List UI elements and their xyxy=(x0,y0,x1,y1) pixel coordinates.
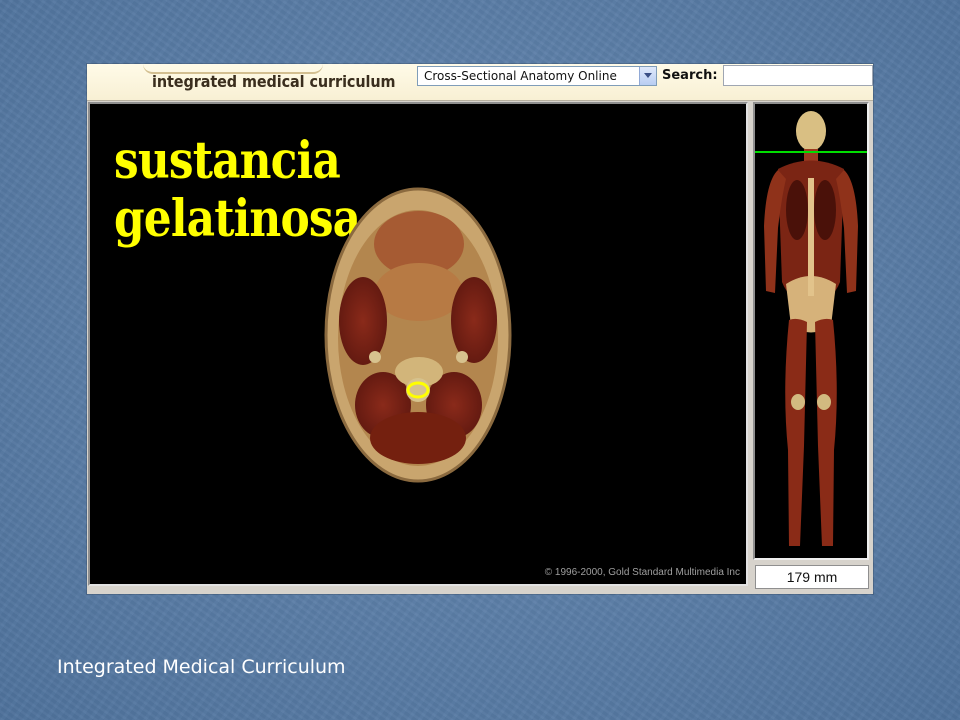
brand-logo: integrated medical curriculum xyxy=(152,72,396,91)
top-header: integrated medical curriculum Cross-Sect… xyxy=(87,64,873,101)
cross-section-viewer[interactable]: sustancia gelatinosa © 1996-2000, Gold S… xyxy=(88,102,748,586)
left-masticator xyxy=(339,277,387,365)
atlas-select-value: Cross-Sectional Anatomy Online xyxy=(424,69,617,83)
right-lung xyxy=(814,180,836,240)
anatomy-app-screenshot: integrated medical curriculum Cross-Sect… xyxy=(87,64,873,594)
right-leg xyxy=(815,318,837,546)
left-leg xyxy=(785,318,807,546)
search-input[interactable] xyxy=(723,65,873,86)
head xyxy=(796,111,826,151)
spine xyxy=(808,178,814,296)
pharynx xyxy=(375,263,463,321)
right-masticator xyxy=(451,277,497,363)
axial-section-image xyxy=(324,187,512,483)
left-lung xyxy=(786,180,808,240)
copyright-note: © 1996-2000, Gold Standard Multimedia In… xyxy=(544,567,740,578)
search-label: Search: xyxy=(662,68,718,83)
right-vessel xyxy=(456,351,468,363)
slice-level-line[interactable] xyxy=(755,151,867,153)
structure-label-line-1: sustancia xyxy=(114,131,341,191)
full-body-reference-viewer[interactable] xyxy=(753,102,869,560)
right-knee xyxy=(817,394,831,410)
left-vessel xyxy=(369,351,381,363)
depth-readout: 179 mm xyxy=(755,565,869,589)
chevron-down-icon[interactable] xyxy=(639,67,656,85)
atlas-select[interactable]: Cross-Sectional Anatomy Online xyxy=(417,66,657,86)
full-body-image xyxy=(764,111,858,546)
posterior-neck-muscle xyxy=(370,412,466,464)
left-knee xyxy=(791,394,805,410)
slide-footer-caption: Integrated Medical Curriculum xyxy=(57,656,346,678)
